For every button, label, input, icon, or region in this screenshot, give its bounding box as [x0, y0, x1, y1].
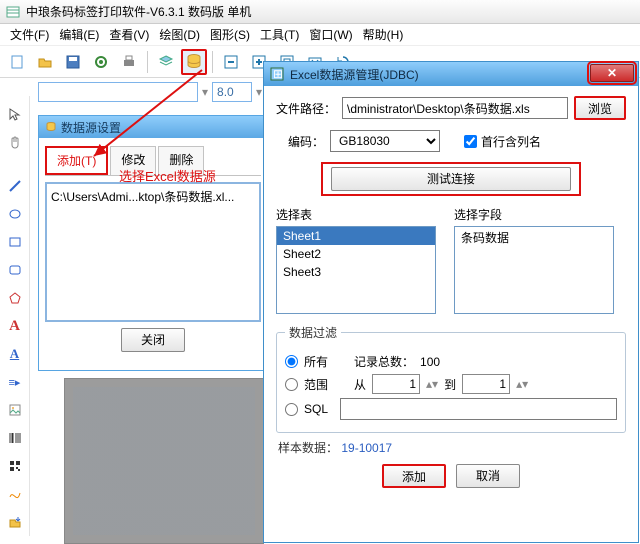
- test-connection-wrap: 测试连接: [321, 162, 581, 196]
- firstrow-input[interactable]: [464, 135, 477, 148]
- list-item[interactable]: Sheet1: [277, 227, 435, 245]
- dialog-close-button[interactable]: ✕: [590, 64, 634, 82]
- excel-icon: ⊞: [270, 67, 284, 81]
- excel-dialog-titlebar[interactable]: ⊞ Excel数据源管理(JDBC) ✕: [264, 62, 638, 86]
- canvas-area[interactable]: [64, 378, 264, 544]
- app-title: 中琅条码标签打印软件-V6.3.1 数码版 单机: [26, 3, 251, 20]
- filter-fieldset: 数据过滤 所有 记录总数： 100 范围 从 ▴▾ 到 ▴▾ SQL: [276, 324, 626, 433]
- rect-tool[interactable]: [5, 232, 25, 252]
- radio-sql[interactable]: [285, 403, 298, 416]
- db-icon: [45, 121, 57, 133]
- svg-text:⊞: ⊞: [273, 67, 283, 81]
- new-doc-button[interactable]: [4, 49, 30, 75]
- print-button[interactable]: [116, 49, 142, 75]
- barcode-tool[interactable]: [5, 428, 25, 448]
- watermark: 悟空问答: [562, 520, 632, 538]
- sample-value: 19-10017: [341, 441, 392, 455]
- cancel-button[interactable]: 取消: [456, 464, 520, 488]
- menu-help[interactable]: 帮助(H): [359, 24, 408, 45]
- open-button[interactable]: [32, 49, 58, 75]
- select-table-label: 选择表: [276, 206, 436, 223]
- menu-draw[interactable]: 绘图(D): [155, 24, 204, 45]
- hand-tool[interactable]: [5, 132, 25, 152]
- settings-button[interactable]: [88, 49, 114, 75]
- add-button[interactable]: 添加: [382, 464, 446, 488]
- app-icon: [6, 5, 20, 19]
- menu-window[interactable]: 窗口(W): [305, 24, 356, 45]
- tool-palette: A A ≡▸: [0, 96, 30, 536]
- menu-view[interactable]: 查看(V): [105, 24, 153, 45]
- layer-button[interactable]: [153, 49, 179, 75]
- font-family-input[interactable]: [38, 82, 198, 102]
- qrcode-tool[interactable]: [5, 456, 25, 476]
- field-listbox[interactable]: 条码数据: [454, 226, 614, 314]
- vtext-tool[interactable]: ≡▸: [5, 372, 25, 392]
- roundrect-tool[interactable]: [5, 260, 25, 280]
- to-spinner[interactable]: [462, 374, 510, 394]
- list-item[interactable]: C:\Users\Admi...ktop\条码数据.xl...: [51, 188, 255, 205]
- watermark-icon: [562, 520, 580, 538]
- radio-all[interactable]: [285, 355, 298, 368]
- encoding-select[interactable]: GB18030: [330, 130, 440, 152]
- sample-label: 样本数据：: [278, 441, 338, 455]
- font-combo-row: ▾ ▾: [38, 82, 262, 102]
- database-button[interactable]: [181, 49, 207, 75]
- list-item[interactable]: 条码数据: [455, 227, 613, 248]
- close-button[interactable]: 关闭: [121, 328, 185, 352]
- curve-tool[interactable]: [5, 484, 25, 504]
- line-tool[interactable]: [5, 176, 25, 196]
- image-tool[interactable]: [5, 400, 25, 420]
- ellipse-tool[interactable]: [5, 204, 25, 224]
- select-field-label: 选择字段: [454, 206, 614, 223]
- richtext-tool[interactable]: A: [5, 344, 25, 364]
- import-tool[interactable]: [5, 512, 25, 532]
- total-count: 100: [420, 355, 440, 369]
- menu-file[interactable]: 文件(F): [6, 24, 53, 45]
- path-input[interactable]: [342, 97, 568, 119]
- list-item[interactable]: Sheet3: [277, 263, 435, 281]
- datasource-list[interactable]: C:\Users\Admi...ktop\条码数据.xl...: [45, 182, 261, 322]
- excel-jdbc-dialog: ⊞ Excel数据源管理(JDBC) ✕ 文件路径： 浏览 编码： GB1803…: [263, 61, 639, 543]
- menubar: 文件(F) 编辑(E) 查看(V) 绘图(D) 图形(S) 工具(T) 窗口(W…: [0, 24, 640, 46]
- pointer-tool[interactable]: [5, 104, 25, 124]
- list-item[interactable]: Sheet2: [277, 245, 435, 263]
- table-listbox[interactable]: Sheet1 Sheet2 Sheet3: [276, 226, 436, 314]
- text-tool[interactable]: A: [5, 316, 25, 336]
- browse-button[interactable]: 浏览: [574, 96, 626, 120]
- tab-add[interactable]: 添加(T): [45, 146, 108, 175]
- datasource-dialog: 数据源设置 添加(T) 修改 删除 选择Excel数据源 C:\Users\Ad…: [38, 115, 268, 371]
- encoding-label: 编码：: [288, 133, 324, 150]
- save-button[interactable]: [60, 49, 86, 75]
- from-spinner[interactable]: [372, 374, 420, 394]
- path-label: 文件路径：: [276, 100, 336, 117]
- filter-legend: 数据过滤: [285, 324, 341, 341]
- menu-edit[interactable]: 编辑(E): [55, 24, 103, 45]
- test-connection-button[interactable]: 测试连接: [331, 167, 571, 191]
- zoom-out-button[interactable]: [218, 49, 244, 75]
- datasource-dialog-title[interactable]: 数据源设置: [39, 116, 267, 138]
- menu-tool[interactable]: 工具(T): [256, 24, 303, 45]
- firstrow-checkbox[interactable]: 首行含列名: [464, 133, 541, 150]
- app-titlebar: 中琅条码标签打印软件-V6.3.1 数码版 单机: [0, 0, 640, 24]
- polygon-tool[interactable]: [5, 288, 25, 308]
- menu-shape[interactable]: 图形(S): [206, 24, 254, 45]
- font-size-input[interactable]: [212, 82, 252, 102]
- radio-range[interactable]: [285, 378, 298, 391]
- sql-input[interactable]: [340, 398, 617, 420]
- annotation-text: 选择Excel数据源: [119, 166, 216, 185]
